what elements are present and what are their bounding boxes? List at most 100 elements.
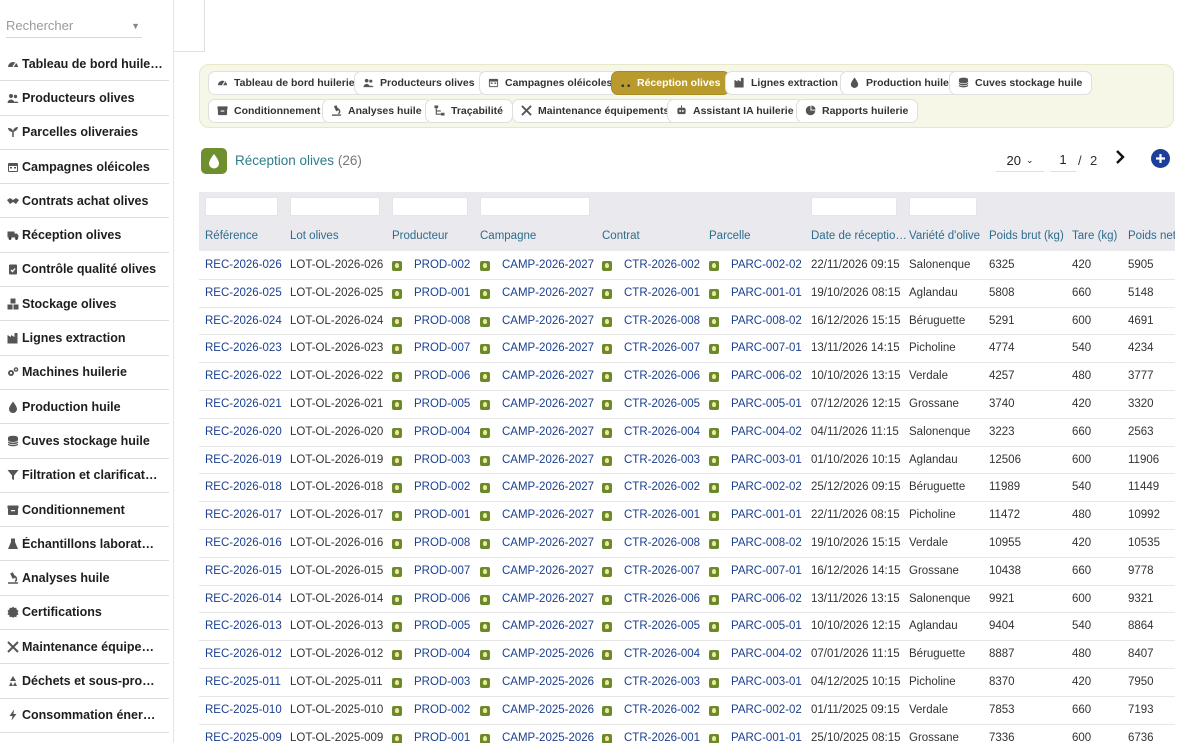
sidebar-item[interactable]: Échantillons laborat… [0,527,169,562]
column-filter-input[interactable] [392,197,468,216]
table-cell[interactable]: CTR-2026-002 [624,481,700,493]
column-header[interactable]: Contrat [602,230,640,242]
column-header[interactable]: Référence [205,230,258,242]
page-number-input[interactable]: 1 [1050,150,1076,172]
table-cell[interactable]: PARC-008-02 [731,315,802,327]
column-header[interactable]: Poids brut (kg) [989,230,1064,242]
table-row[interactable]: REC-2026-016 LOT-OL-2026-016 PROD-008 CAMP-… [199,530,1175,558]
table-cell[interactable]: REC-2026-019 [205,454,282,466]
table-cell[interactable]: REC-2026-021 [205,398,282,410]
table-cell[interactable]: PARC-007-01 [731,565,802,577]
table-cell[interactable]: REC-2026-020 [205,426,282,438]
add-record-button[interactable] [1151,149,1170,168]
sidebar-item[interactable]: Filtration et clarificat… [0,459,169,493]
table-cell[interactable]: CAMP-2025-2026 [502,648,594,660]
column-header[interactable]: Lot olives [290,230,339,242]
table-row[interactable]: REC-2026-017 LOT-OL-2026-017 PROD-001 CAMP-… [199,502,1175,530]
table-cell[interactable]: REC-2026-024 [205,315,282,327]
table-cell[interactable]: CAMP-2026-2027 [502,593,594,605]
table-cell[interactable]: CTR-2026-005 [624,398,700,410]
table-cell[interactable]: PARC-006-02 [731,370,802,382]
sidebar-item[interactable]: Machines huilerie [0,356,169,390]
table-cell[interactable]: CTR-2026-001 [624,287,700,299]
table-cell[interactable]: PARC-003-01 [731,454,802,466]
table-cell[interactable]: REC-2025-011 [205,676,281,688]
toolbar-button[interactable]: Campagnes oléicoles [479,71,623,95]
table-row[interactable]: REC-2025-010 LOT-OL-2025-010 PROD-002 CAMP-… [199,697,1175,725]
toolbar-button[interactable]: Tableau de bord huilerie [208,71,365,95]
table-cell[interactable]: CAMP-2025-2026 [502,676,594,688]
table-row[interactable]: REC-2026-019 LOT-OL-2026-019 PROD-003 CAMP-… [199,447,1175,475]
table-cell[interactable]: CAMP-2026-2027 [502,315,594,327]
table-cell[interactable]: CTR-2026-002 [624,259,700,271]
table-cell[interactable]: PROD-005 [414,398,470,410]
table-cell[interactable]: PROD-001 [414,287,470,299]
toolbar-button[interactable]: Traçabilité [425,99,513,123]
column-filter-input[interactable] [811,197,897,216]
table-row[interactable]: REC-2026-015 LOT-OL-2026-015 PROD-007 CAMP-… [199,558,1175,586]
toolbar-button[interactable]: Cuves stockage huile [949,71,1093,95]
table-cell[interactable]: PROD-007 [414,342,470,354]
sidebar-item[interactable]: Tableau de bord huile… [0,47,169,82]
sidebar-item[interactable]: Consommation éner… [0,699,169,733]
toolbar-button[interactable]: Rapports huilerie [796,99,919,123]
table-row[interactable]: REC-2026-014 LOT-OL-2026-014 PROD-006 CAMP-… [199,586,1175,614]
table-cell[interactable]: PROD-006 [414,370,470,382]
table-cell[interactable]: PROD-007 [414,565,470,577]
table-cell[interactable]: PARC-007-01 [731,342,802,354]
table-cell[interactable]: CTR-2026-007 [624,565,700,577]
column-filter-input[interactable] [290,197,380,216]
column-header[interactable]: Producteur [392,230,448,242]
table-cell[interactable]: CAMP-2026-2027 [502,620,594,632]
table-cell[interactable]: REC-2025-010 [205,704,282,716]
toolbar-button[interactable]: Production huile [840,71,959,95]
table-cell[interactable]: PARC-002-02 [731,259,802,271]
table-cell[interactable]: REC-2026-025 [205,287,282,299]
table-cell[interactable]: CTR-2026-002 [624,704,700,716]
sidebar-item[interactable]: Campagnes oléicoles [0,150,169,185]
table-cell[interactable]: PROD-008 [414,537,470,549]
column-filter-input[interactable] [205,197,278,216]
table-cell[interactable]: CTR-2026-004 [624,648,700,660]
sidebar-item[interactable]: Contrats achat olives [0,184,169,219]
table-cell[interactable]: PARC-001-01 [731,509,802,521]
sidebar-item[interactable]: Maintenance équipe… [0,630,169,665]
table-cell[interactable]: REC-2025-009 [205,732,282,743]
sidebar-item[interactable]: Réception olives [0,218,169,253]
table-cell[interactable]: PARC-001-01 [731,732,802,743]
table-cell[interactable]: REC-2026-014 [205,593,282,605]
toolbar-button[interactable]: Réception olives [611,71,731,95]
table-cell[interactable]: PROD-003 [414,454,470,466]
column-header[interactable]: Campagne [480,230,536,242]
table-cell[interactable]: PARC-008-02 [731,537,802,549]
table-cell[interactable]: REC-2026-013 [205,620,282,632]
sidebar-item[interactable]: Production huile [0,390,169,425]
table-cell[interactable]: CTR-2026-006 [624,370,700,382]
table-cell[interactable]: PROD-003 [414,676,470,688]
table-cell[interactable]: PROD-008 [414,315,470,327]
table-cell[interactable]: PARC-005-01 [731,620,802,632]
table-cell[interactable]: PROD-004 [414,426,470,438]
column-filter-input[interactable] [480,197,590,216]
table-cell[interactable]: CTR-2026-001 [624,509,700,521]
table-cell[interactable]: CTR-2026-001 [624,732,700,743]
table-cell[interactable]: PARC-004-02 [731,426,802,438]
column-header[interactable]: Tare (kg) [1072,230,1117,242]
toolbar-button[interactable]: Producteurs olives [354,71,485,95]
table-cell[interactable]: CAMP-2026-2027 [502,565,594,577]
table-row[interactable]: REC-2026-026 LOT-OL-2026-026 PROD-002 CAMP-… [199,252,1175,280]
toolbar-button[interactable]: Assistant IA huilerie [667,99,804,123]
table-cell[interactable]: REC-2026-016 [205,537,282,549]
table-cell[interactable]: CAMP-2026-2027 [502,342,594,354]
table-cell[interactable]: PARC-002-02 [731,704,802,716]
table-cell[interactable]: REC-2026-017 [205,509,282,521]
table-cell[interactable]: CTR-2026-005 [624,620,700,632]
table-cell[interactable]: CAMP-2026-2027 [502,426,594,438]
table-cell[interactable]: PARC-001-01 [731,287,802,299]
table-cell[interactable]: CAMP-2026-2027 [502,398,594,410]
table-cell[interactable]: CAMP-2026-2027 [502,454,594,466]
sidebar-item[interactable]: Cuves stockage huile [0,424,169,459]
column-header[interactable]: Variété d'olive [909,230,980,242]
table-cell[interactable]: PARC-006-02 [731,593,802,605]
table-cell[interactable]: CTR-2026-008 [624,315,700,327]
